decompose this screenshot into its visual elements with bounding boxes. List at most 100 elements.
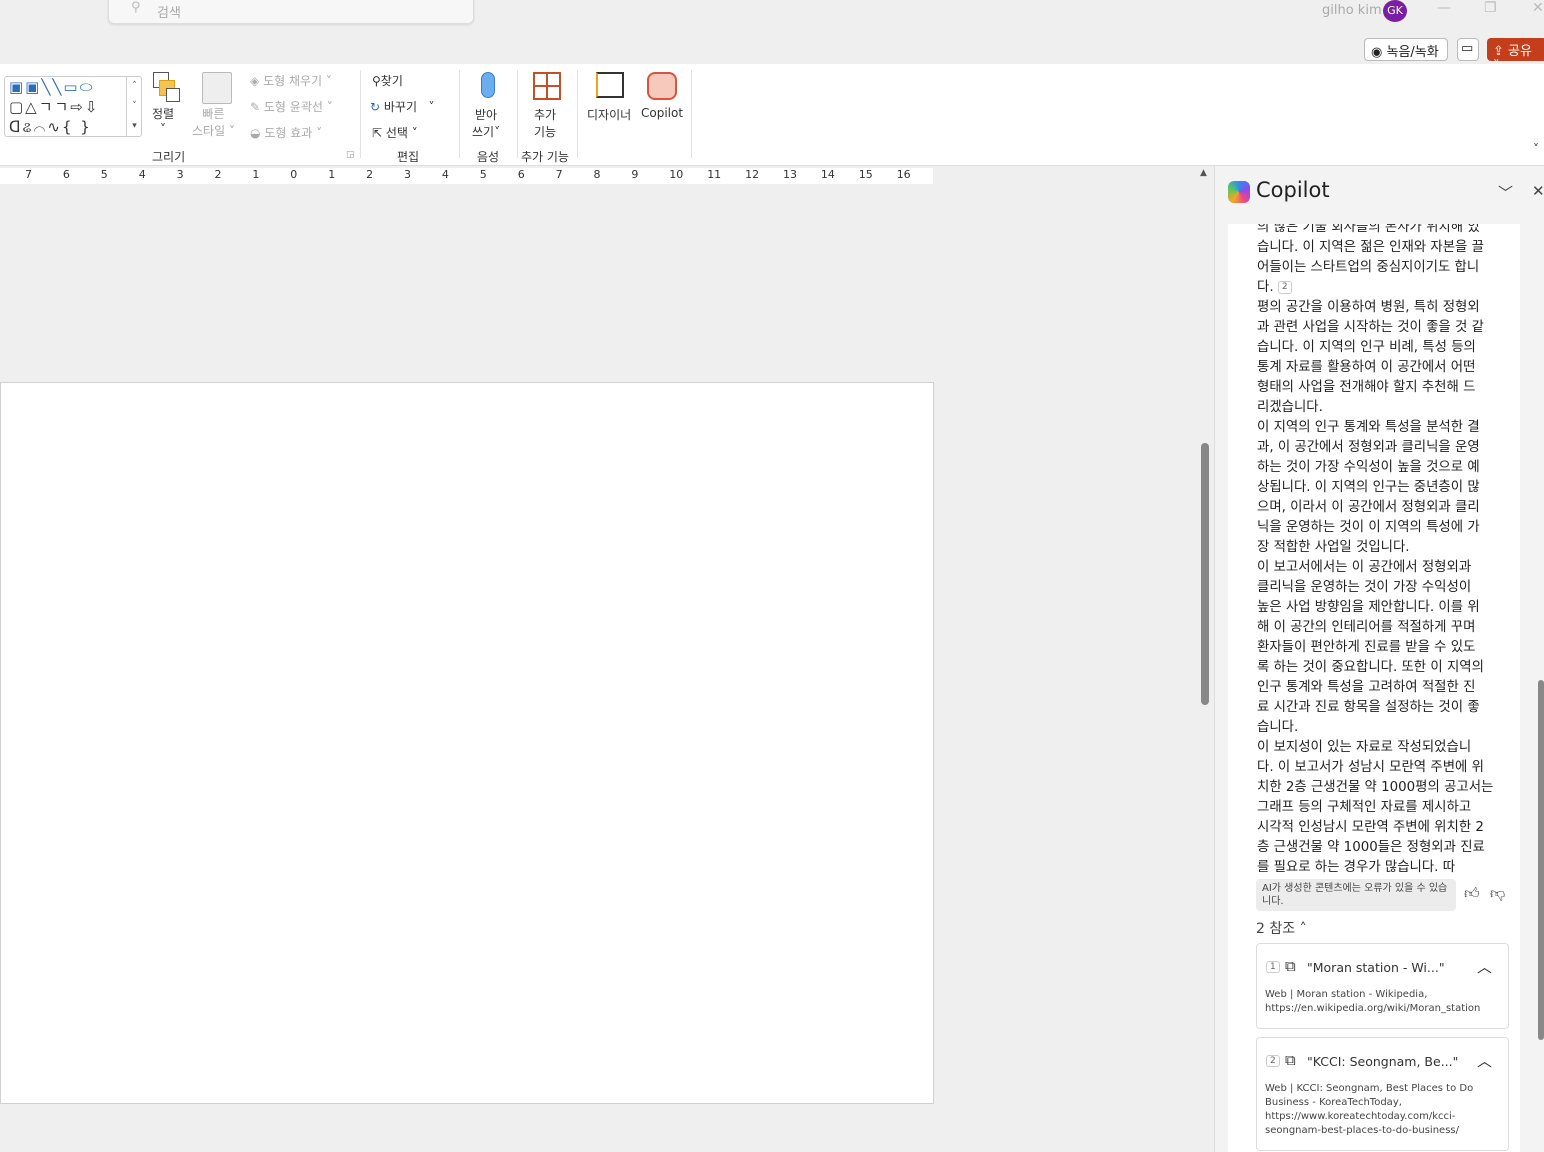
dialog-launcher-icon[interactable]: ◲ — [346, 150, 355, 160]
restore-icon[interactable]: ❐ — [1484, 0, 1497, 16]
ruler-tick-label: 6 — [62, 168, 70, 181]
addins-icon — [533, 72, 561, 100]
ruler-tick-label: 3 — [404, 168, 411, 181]
shape-effects-label: 도형 효과 — [264, 126, 313, 140]
response-line: 통계 자료를 활용하여 이 공간에서 어떤 — [1257, 360, 1476, 375]
arrange-icon — [153, 72, 183, 104]
ref-desc: KCCI: Seongnam, Best Places to Do Busine… — [1265, 1083, 1474, 1136]
response-line: 이 지역의 인구 통계와 특성을 분석한 결 — [1257, 420, 1480, 435]
replace-button[interactable]: ↻ 바꾸기 ˅ — [370, 98, 434, 115]
ruler-tick-label: 4 — [138, 168, 146, 181]
response-line: 형태의 사업을 전개해야 할지 추천해 드 — [1257, 380, 1476, 395]
copilot-icon — [647, 72, 677, 100]
response-line: 하는 것이 가장 수익성이 높을 것으로 예 — [1257, 460, 1480, 475]
response-line: 치한 2층 근생건물 약 1000평의 공고서는 — [1257, 780, 1494, 795]
pencil-icon: ✎ — [250, 100, 261, 114]
response-line: 인구 통계와 특성을 고려하여 적절한 진 — [1257, 680, 1476, 695]
share-button[interactable]: ⇪ 공유 ˅ — [1487, 38, 1544, 74]
slide-canvas[interactable] — [0, 382, 934, 1104]
search-icon: ⚲ — [131, 0, 141, 15]
response-line: 이 보지성이 있는 자료로 작성되었습니 — [1257, 740, 1472, 755]
ruler-tick-label: 9 — [631, 168, 639, 181]
response-line: 높은 사업 방향임을 제안합니다. 이를 위 — [1257, 600, 1480, 615]
ref-desc: Moran station - Wikipedia, https://en.wi… — [1265, 989, 1481, 1014]
ruler-tick-label: 1 — [252, 168, 260, 181]
response-line: 평의 공간을 이용하여 병원, 특히 정형외 — [1257, 300, 1480, 315]
dictate-button[interactable]: 받아 쓰기˅ — [472, 106, 500, 140]
thumbs-down-icon[interactable]: 👎︎ — [1490, 884, 1505, 903]
quick-style-label-1: 빠른 — [202, 107, 225, 121]
divider — [459, 70, 460, 158]
gallery-scroll[interactable]: ˄ ˅ ▾ — [126, 76, 142, 137]
reference-card[interactable]: 2 ⧉ "KCCI: Seongnam, Be..." ︿ Web | KCCI… — [1256, 1037, 1509, 1151]
search-box[interactable]: ⚲ 검색 — [108, 0, 474, 24]
reference-card[interactable]: 1 ⧉ "Moran station - Wi..." ︿ Web | Mora… — [1256, 943, 1509, 1029]
share-icon: ⇪ — [1493, 44, 1504, 59]
find-button[interactable]: ⚲찾기 — [372, 72, 403, 89]
ref-title[interactable]: "KCCI: Seongnam, Be..." — [1307, 1054, 1458, 1069]
addins-button[interactable]: 추가 기능 — [534, 106, 556, 140]
response-line: 료 시간과 진료 항목을 설정하는 것이 좋 — [1257, 700, 1480, 715]
paint-bucket-icon: ◈ — [250, 74, 260, 88]
response-line: 과 관련 사업을 시작하는 것이 좋을 것 같 — [1257, 320, 1484, 335]
response-line: 층 근생건물 약 1000들은 정형외과 진료 — [1257, 840, 1485, 855]
arrange-label: 정렬 — [152, 107, 175, 121]
response-line: 으며, 이라서 이 공간에서 정형외과 클리 — [1257, 500, 1480, 515]
response-line: 과, 이 공간에서 정형외과 클리닉을 운영 — [1257, 440, 1480, 455]
comment-icon: ▭ — [1461, 41, 1474, 56]
ref-number: 1 — [1266, 961, 1280, 973]
pane-scrollbar[interactable] — [1538, 680, 1544, 1040]
citation-badge[interactable]: 2 — [1277, 280, 1292, 294]
shape-outline-button[interactable]: ✎ 도형 윤곽선 ˅ — [250, 98, 333, 115]
close-icon[interactable]: ✕ — [1532, 0, 1544, 16]
divider — [360, 70, 361, 158]
response-text: 의 많은 기술 회사들의 본사가 위치해 있습니다. 이 지역은 젊은 인재와 … — [1257, 224, 1517, 878]
chevron-down-icon[interactable]: ﹀ — [1498, 182, 1513, 203]
external-link-icon[interactable]: ⧉ — [1285, 957, 1296, 975]
references-label: 2 참조 — [1256, 921, 1296, 937]
external-link-icon[interactable]: ⧉ — [1285, 1051, 1296, 1069]
ruler-tick-label: 4 — [441, 168, 449, 181]
response-line: 습니다. 이 지역은 젊은 인재와 자본을 끌 — [1257, 240, 1484, 255]
ref-title[interactable]: "Moran station - Wi..." — [1307, 960, 1445, 975]
quick-style-icon — [202, 72, 232, 104]
ruler-tick-label: 14 — [820, 168, 835, 181]
shape-effects-button[interactable]: ◒ 도형 효과 ˅ — [250, 124, 322, 141]
ref-source: Web — [1265, 1083, 1287, 1094]
ruler-tick-label: 11 — [707, 168, 722, 181]
avatar[interactable]: GK — [1383, 0, 1407, 22]
quick-style-button[interactable]: 빠른 스타일 ˅ — [192, 105, 235, 139]
record-button[interactable]: ◉ 녹음/녹화 — [1364, 38, 1448, 61]
close-pane-icon[interactable]: ✕ — [1532, 182, 1544, 200]
replace-label: 바꾸기 — [383, 100, 418, 114]
shape-fill-button[interactable]: ◈ 도형 채우기 ˅ — [250, 72, 332, 89]
shapes-gallery[interactable]: ▣▣╲╲▭⬭ ▢△ㄱㄱ⇨⇩ ᗡଌ⌒∿{ } — [4, 76, 142, 137]
copilot-logo-icon — [1228, 181, 1250, 203]
response-line: 의 많은 기술 회사들의 본사가 위치해 있 — [1257, 224, 1480, 235]
group-editing: 편집 — [397, 150, 420, 164]
select-label: 선택 — [385, 126, 408, 140]
ruler-tick-label: 2 — [214, 168, 222, 181]
dictate-label-1: 받아 — [475, 108, 498, 122]
addins-label-1: 추가 — [534, 108, 557, 122]
response-line: 어들이는 스타트업의 중심지이기도 합니 — [1257, 260, 1480, 275]
copilot-button[interactable]: Copilot — [641, 106, 683, 120]
ribbon-collapse-icon[interactable]: ˅ — [1533, 142, 1539, 156]
scrollbar-thumb[interactable] — [1201, 443, 1209, 705]
response-line: 리겠습니다. — [1257, 400, 1323, 415]
arrange-button[interactable]: 정렬 ˅ — [152, 105, 174, 136]
group-addins: 추가 기능 — [521, 150, 569, 164]
designer-button[interactable]: 디자이너 — [587, 106, 631, 123]
ruler-tick-label: 16 — [896, 168, 911, 181]
minimize-icon[interactable]: — — [1437, 0, 1451, 16]
select-button[interactable]: ⇱ 선택 ˅ — [372, 124, 418, 141]
user-name: gilho kim — [1322, 3, 1382, 18]
dictate-label-2: 쓰기 — [472, 125, 495, 139]
comments-button[interactable]: ▭ — [1457, 38, 1479, 61]
thumbs-up-icon[interactable]: 👍︎ — [1464, 884, 1480, 903]
chevron-up-icon[interactable]: ︿ — [1477, 1050, 1492, 1071]
record-label: 녹음/녹화 — [1386, 45, 1439, 60]
chevron-up-icon[interactable]: ︿ — [1477, 956, 1492, 977]
references-toggle[interactable]: 2 참조 ˄ — [1256, 918, 1307, 938]
ruler-tick-label: 10 — [669, 168, 684, 181]
